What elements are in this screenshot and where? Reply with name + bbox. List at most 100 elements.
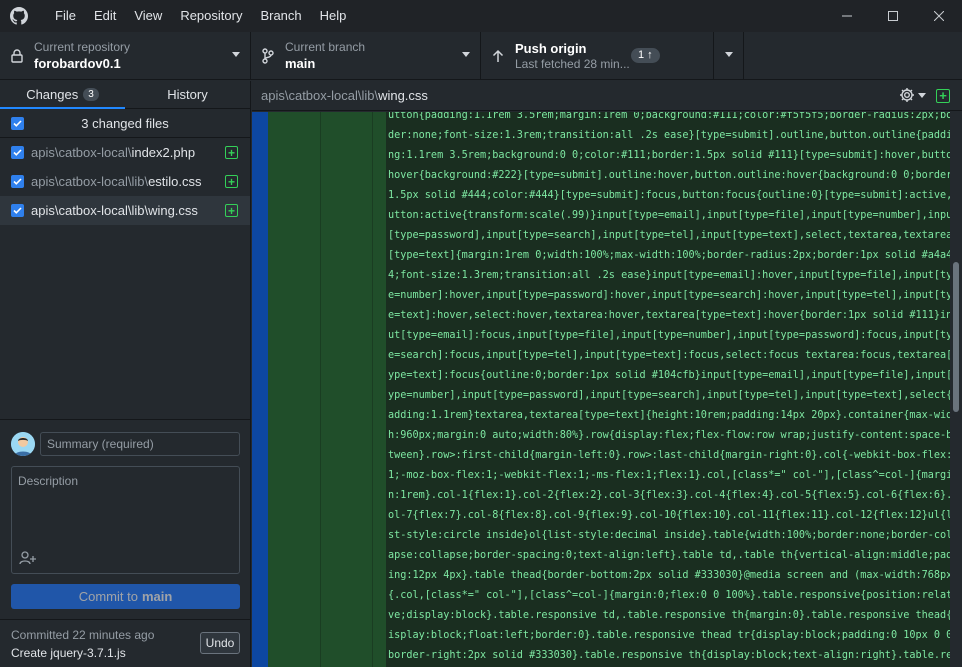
diff-line: utton{padding:1.1rem 3.5rem;margin:1rem …: [388, 112, 950, 121]
file-list-item-selected[interactable]: apis\catbox-local\lib\wing.css +: [0, 196, 250, 225]
window-controls: [824, 0, 962, 32]
menu-repository[interactable]: Repository: [171, 0, 251, 32]
diff-line: ol-7{flex:7}.col-8{flex:8}.col-9{flex:9}…: [388, 510, 950, 521]
undo-button[interactable]: Undo: [200, 632, 240, 654]
diff-line: {.col,[class*=" col-"],[class^=col-]{mar…: [388, 590, 950, 601]
close-button[interactable]: [916, 0, 962, 32]
diff-line: n:1rem}.col-1{flex:1}.col-2{flex:2}.col-…: [388, 490, 950, 501]
menu-edit[interactable]: Edit: [85, 0, 125, 32]
diff-line: apse:collapse;border-spacing:0;text-alig…: [388, 550, 950, 561]
diff-line: border-right:2px solid #333030}.table.re…: [388, 650, 950, 661]
menu-view[interactable]: View: [125, 0, 171, 32]
changed-files-count: 3 changed files: [81, 115, 169, 131]
diff-view: utton{padding:1.1rem 3.5rem;margin:1rem …: [252, 112, 950, 667]
current-branch-dropdown[interactable]: Current branch main: [251, 32, 481, 80]
file-name: index2.php: [131, 145, 196, 160]
changes-header: 3 changed files: [0, 109, 250, 138]
file-checkbox[interactable]: [11, 146, 24, 159]
repo-name: forobardov0.1: [34, 56, 121, 71]
diff-line: 1;-moz-box-flex:1;-webkit-flex:1;-ms-fle…: [388, 470, 950, 481]
diff-settings-button[interactable]: [899, 87, 926, 103]
push-options-dropdown[interactable]: [714, 32, 744, 80]
push-origin-button[interactable]: Push origin Last fetched 28 min... 1 ↑: [481, 32, 714, 80]
menu-file[interactable]: File: [46, 0, 85, 32]
diff-header: apis\catbox-local\lib\wing.css +: [252, 81, 962, 111]
maximize-icon: [888, 11, 898, 21]
tab-changes-label: Changes: [26, 87, 79, 102]
diff-code: utton{padding:1.1rem 3.5rem;margin:1rem …: [388, 112, 950, 666]
commit-summary-input[interactable]: [40, 432, 240, 456]
diff-line: ype=number],input[type=password],input[t…: [388, 390, 950, 401]
diff-line: ve;display:block}.table.responsive td,.t…: [388, 610, 950, 621]
diff-line: [type=password],input[type=search],input…: [388, 230, 950, 241]
file-added-icon: +: [225, 146, 238, 159]
scrollbar-thumb[interactable]: [953, 262, 959, 412]
diff-line: e=search]:focus,input[type=tel],input[ty…: [388, 350, 950, 361]
diff-line: [type=text]{margin:1rem 0;width:100%;max…: [388, 250, 950, 261]
title-bar: File Edit View Repository Branch Help: [0, 0, 962, 32]
diff-line: 4;font-size:1.3rem;transition:all .2s ea…: [388, 270, 950, 281]
file-dir: apis\catbox-local\: [31, 145, 132, 160]
file-list-item[interactable]: apis\catbox-local\index2.php +: [0, 138, 250, 167]
current-repository-dropdown[interactable]: Current repository forobardov0.1: [0, 32, 251, 80]
scrollbar[interactable]: [950, 112, 962, 667]
diff-marker-column: [372, 112, 386, 667]
push-label: Push origin: [515, 41, 587, 56]
diff-file-path: apis\catbox-local\lib\wing.css: [261, 88, 428, 103]
commit-area: Commit to main Committed 22 minutes ago …: [0, 419, 250, 667]
file-added-icon: +: [225, 175, 238, 188]
tab-history-label: History: [167, 87, 208, 102]
diff-line: h:960px;margin:0 auto;width:80%}.row{dis…: [388, 430, 950, 441]
diff-line: adding:1.1rem}textarea,textarea[type=tex…: [388, 410, 950, 421]
commit-description-input[interactable]: [12, 467, 239, 547]
diff-hunk-handle[interactable]: [252, 112, 268, 667]
maximize-button[interactable]: [870, 0, 916, 32]
chevron-down-icon: [462, 52, 470, 57]
file-list-item[interactable]: apis\catbox-local\lib\estilo.css +: [0, 167, 250, 196]
commit-description-box: [11, 466, 240, 574]
tab-history[interactable]: History: [125, 81, 250, 108]
avatar: [11, 432, 35, 456]
menu-help[interactable]: Help: [311, 0, 356, 32]
gear-icon: [900, 88, 914, 102]
branch-name: main: [285, 56, 316, 71]
file-checkbox[interactable]: [11, 175, 24, 188]
diff-line: e=number]:hover,input[type=password]:hov…: [388, 290, 950, 301]
select-all-checkbox[interactable]: [11, 116, 24, 130]
diff-line: ng:1.1rem 3.5rem;background:0 0;color:#1…: [388, 150, 950, 161]
branch-label: Current branch: [285, 40, 366, 54]
file-name: estilo.css: [148, 174, 202, 189]
diff-line: e=text]:hover,select:hover,textarea:hove…: [388, 310, 950, 321]
checkmark-icon: [13, 149, 22, 156]
diff-line: utton:active{transform:scale(.99)}input[…: [388, 210, 950, 221]
github-logo-icon: [10, 7, 28, 25]
chevron-down-icon: [725, 52, 733, 57]
file-checkbox[interactable]: [11, 204, 24, 217]
menu-branch[interactable]: Branch: [251, 0, 310, 32]
diff-line: der:none;font-size:1.3rem;transition:all…: [388, 130, 950, 141]
minimize-icon: [842, 15, 852, 17]
diff-line: ing:12px 4px}.table thead{border-bottom:…: [388, 570, 950, 581]
diff-line: tween}.row>:first-child{margin-left:0}.r…: [388, 450, 950, 461]
commit-button[interactable]: Commit to main: [11, 584, 240, 609]
chevron-down-icon: [232, 52, 240, 57]
file-path: apis\catbox-local\lib\estilo.css: [31, 174, 202, 189]
last-commit-message: Create jquery-3.7.1.js: [11, 646, 126, 660]
sidebar-tabs: Changes 3 History: [0, 81, 250, 109]
diff-line: st-style:circle inside}ol{list-style:dec…: [388, 530, 950, 541]
file-dir: apis\catbox-local\lib\: [31, 174, 149, 189]
diff-file-name: wing.css: [378, 88, 428, 103]
file-dir: apis\catbox-local\lib\: [31, 203, 149, 218]
arrow-up-icon: [481, 49, 515, 63]
file-added-icon: +: [225, 204, 238, 217]
minimize-button[interactable]: [824, 0, 870, 32]
add-coauthor-icon[interactable]: [19, 551, 37, 568]
diff-line: ut[type=email]:focus,input[type=file],in…: [388, 330, 950, 341]
file-path: apis\catbox-local\index2.php: [31, 145, 195, 160]
chevron-down-icon: [918, 92, 926, 98]
checkmark-icon: [13, 207, 22, 214]
file-path: apis\catbox-local\lib\wing.css: [31, 203, 198, 218]
last-commit-time: Committed 22 minutes ago: [11, 628, 155, 642]
tab-changes[interactable]: Changes 3: [0, 81, 125, 109]
last-commit: Committed 22 minutes ago Create jquery-3…: [0, 619, 250, 667]
